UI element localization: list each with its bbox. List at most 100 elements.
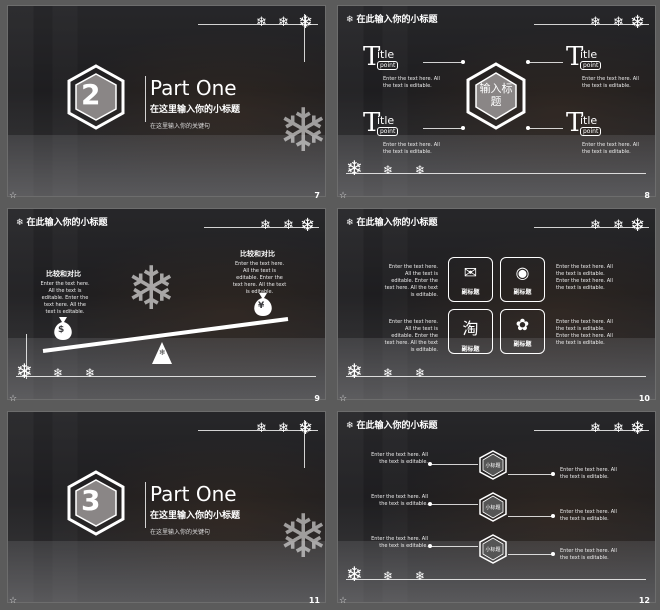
- divider: [145, 76, 146, 122]
- snowflake-icon: ❄: [383, 569, 394, 583]
- side-text-bl: Enter the text here. All the text is edi…: [384, 319, 438, 353]
- snowflake-icon: ❄: [260, 218, 271, 233]
- snowflake-icon: ❄: [283, 218, 294, 233]
- slide-footer-7: ☆ 7: [7, 189, 324, 205]
- point-tag: point: [377, 61, 399, 70]
- compare-title-left: 比较和对比: [46, 270, 81, 278]
- section-number: 3: [81, 484, 101, 517]
- snowflake-icon: ❄: [415, 569, 426, 583]
- connector: [528, 62, 563, 63]
- header-text: 在此输入你的小标题: [356, 218, 438, 228]
- feature-box-4[interactable]: ✿ 副标题: [500, 309, 545, 354]
- slide-thumbnail-10[interactable]: ❄ 在此输入你的小标题 ❄ ❄ ❄ ❄ ❄ ❄ Enter the text he…: [337, 208, 656, 400]
- connector: [508, 474, 553, 475]
- star-icon[interactable]: ☆: [9, 191, 17, 201]
- large-snowflake-icon: ❄: [278, 502, 326, 572]
- part-subtitle: 在这里输入你的小标题: [150, 511, 241, 521]
- slide-number: 8: [644, 191, 650, 200]
- slide-number: 7: [314, 191, 320, 200]
- snowflake-icon: ❄: [383, 366, 394, 380]
- feature-box-2[interactable]: ◉ 副标题: [500, 257, 545, 302]
- slide-thumbnail-12[interactable]: ❄ 在此输入你的小标题 ❄ ❄ ❄ ❄ ❄ ❄ Enter the text he…: [337, 411, 656, 603]
- title-text-3: Enter the text here. All the text is edi…: [383, 142, 440, 155]
- section-number: 2: [81, 78, 101, 111]
- slide-number: 11: [308, 596, 320, 605]
- snowflake-icon: ❄: [16, 359, 33, 383]
- snowflake-icon: ❄: [300, 215, 316, 236]
- divider: [145, 482, 146, 528]
- connector-dot: [551, 472, 555, 476]
- row-text-left: Enter the text here. All the text is edi…: [371, 452, 428, 465]
- connector-dot: [428, 544, 432, 548]
- slide-thumbnail-11[interactable]: ❄ ❄ ❄ ❄ 3 Part One 在这里输入你的小标题 在这里输入你的关键句: [7, 411, 326, 603]
- slide-thumbnail-9[interactable]: ❄ 在此输入你的小标题 ❄ ❄ ❄ ❄ ❄ ❄ ❄ 比较和对比 Enter the…: [7, 208, 326, 400]
- slide-thumbnail-8[interactable]: ❄ 在此输入你的小标题 ❄ ❄ ❄ ❄ ❄ ❄ 输入标题 T itle point…: [337, 5, 656, 197]
- side-text-tl: Enter the text here. All the text is edi…: [384, 264, 438, 298]
- box-label: 副标题: [513, 289, 532, 296]
- connector-dot: [461, 126, 465, 130]
- snowflake-icon: ❄: [415, 163, 426, 177]
- snowflake-icon: ❄: [298, 12, 314, 33]
- wechat-icon: ✉: [463, 263, 478, 282]
- point-tag: point: [377, 127, 399, 136]
- snowflake-icon: ❄: [256, 15, 267, 30]
- title-point-1: T itle point: [363, 42, 413, 74]
- point-tag: point: [580, 127, 602, 136]
- seesaw-icon: [42, 317, 289, 364]
- large-snowflake-icon: ❄: [278, 96, 326, 166]
- star-icon[interactable]: ☆: [9, 394, 17, 404]
- star-icon[interactable]: ☆: [9, 596, 17, 606]
- row-label: 小标题: [485, 463, 501, 469]
- snowflake-icon: ❄: [16, 218, 24, 228]
- side-text-br: Enter the text here. All the text is edi…: [556, 319, 613, 346]
- snowflake-icon: ❄: [415, 366, 426, 380]
- slide-number: 10: [638, 394, 650, 403]
- snowflake-icon: ❄: [298, 418, 314, 439]
- part-keyword: 在这里输入你的关键句: [150, 123, 211, 130]
- connector-dot: [526, 60, 530, 64]
- header-text: 在此输入你的小标题: [356, 15, 438, 25]
- slide-header: ❄ 在此输入你的小标题: [16, 215, 108, 228]
- snowflake-icon: ❄: [346, 218, 354, 228]
- title-rest: itle: [580, 48, 598, 61]
- snowflake-icon: ❄: [383, 163, 394, 177]
- row-text-right: Enter the text here. All the text is edi…: [560, 467, 617, 480]
- connector-dot: [428, 502, 432, 506]
- feature-box-3[interactable]: 淘 副标题: [448, 309, 493, 354]
- connector: [423, 128, 463, 129]
- snowflake-icon: ❄: [346, 562, 363, 586]
- slide-header: ❄ 在此输入你的小标题: [346, 418, 438, 431]
- title-text-4: Enter the text here. All the text is edi…: [582, 142, 639, 155]
- title-rest: itle: [580, 114, 598, 127]
- snowflake-icon: ❄: [613, 421, 624, 436]
- snowflake-icon: ❄: [630, 215, 646, 236]
- snowflake-icon: ❄: [590, 218, 601, 233]
- snowflake-icon: ❄: [346, 156, 363, 180]
- feature-box-1[interactable]: ✉ 副标题: [448, 257, 493, 302]
- title-point-2: T itle point: [566, 42, 616, 74]
- connector: [423, 62, 463, 63]
- slide-thumbnail-7[interactable]: ❄ ❄ ❄ ❄ 2 Part One 在这里输入你的小标题 在这里输入你的关键句: [7, 5, 326, 197]
- snowflake-icon: ❄: [630, 418, 646, 439]
- slide-footer-11: ☆ 11: [7, 594, 324, 610]
- star-icon[interactable]: ☆: [339, 191, 347, 201]
- part-title: Part One: [150, 76, 237, 100]
- connector: [430, 464, 478, 465]
- header-text: 在此输入你的小标题: [356, 421, 438, 431]
- row-text-right: Enter the text here. All the text is edi…: [560, 509, 617, 522]
- row-text-left: Enter the text here. All the text is edi…: [371, 536, 428, 549]
- slide-number: 9: [314, 394, 320, 403]
- connector: [528, 128, 563, 129]
- taobao-icon: 淘: [462, 319, 479, 338]
- star-icon[interactable]: ☆: [339, 394, 347, 404]
- connector: [430, 504, 478, 505]
- point-tag: point: [580, 61, 602, 70]
- snowflake-icon: ❄: [613, 15, 624, 30]
- row-text-right: Enter the text here. All the text is edi…: [560, 548, 617, 561]
- row-text-left: Enter the text here. All the text is edi…: [371, 494, 428, 507]
- connector-dot: [428, 462, 432, 466]
- snowflake-icon: ❄: [613, 218, 624, 233]
- star-icon[interactable]: ☆: [339, 596, 347, 606]
- connector: [508, 554, 553, 555]
- part-subtitle: 在这里输入你的小标题: [150, 105, 241, 115]
